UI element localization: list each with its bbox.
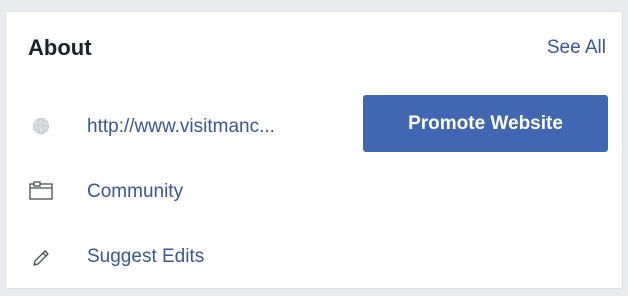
suggest-edits-link[interactable]: Suggest Edits <box>87 245 204 269</box>
category-link[interactable]: Community <box>87 180 183 204</box>
page-category-icon <box>28 178 54 204</box>
pencil-icon <box>28 245 54 271</box>
see-all-link[interactable]: See All <box>547 36 606 60</box>
promote-website-button[interactable]: Promote Website <box>363 95 608 152</box>
about-title: About <box>28 35 92 60</box>
website-url-link[interactable]: http://www.visitmanc... <box>87 115 275 139</box>
about-card: About See All http://www.visitmanc... Pr… <box>5 11 623 289</box>
suggest-edits-row: Suggest Edits <box>6 239 622 279</box>
globe-icon <box>28 113 54 139</box>
category-row: Community <box>6 172 622 212</box>
